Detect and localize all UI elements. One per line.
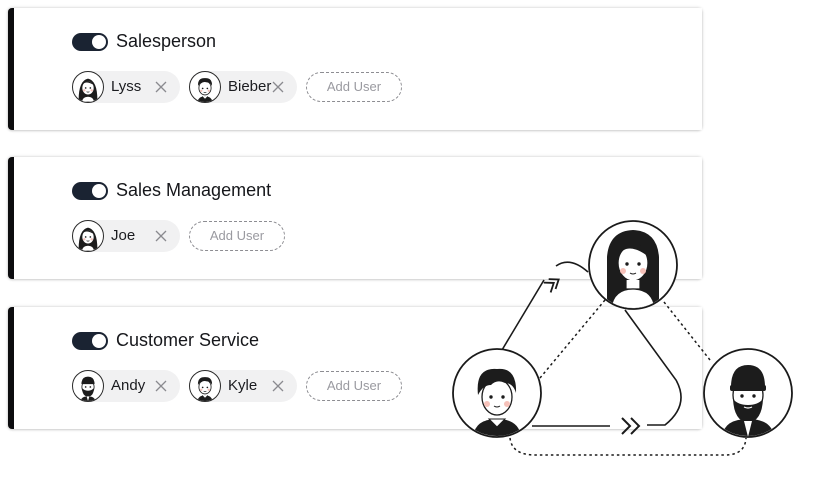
team-network-illustration (452, 220, 793, 456)
toggle-knob (92, 184, 106, 198)
user-chip[interactable]: Andy (72, 370, 180, 402)
double-chevron-up-right-icon (543, 278, 560, 293)
role-toggle[interactable] (72, 182, 108, 200)
double-chevron-right-icon (621, 417, 641, 435)
remove-user-icon[interactable] (271, 80, 285, 94)
woman-avatar-icon (72, 71, 104, 103)
add-user-button[interactable]: Add User (189, 221, 285, 251)
toggle-knob (92, 35, 106, 49)
user-chip[interactable]: Kyle (189, 370, 297, 402)
user-name: Lyss (111, 78, 142, 95)
user-chip-list: Andy Kyle Add User (72, 370, 402, 402)
role-toggle[interactable] (72, 33, 108, 51)
man-avatar-icon (189, 370, 221, 402)
woman-avatar-icon (72, 220, 104, 252)
user-name: Joe (111, 227, 136, 244)
add-user-button[interactable]: Add User (306, 72, 402, 102)
user-chip[interactable]: Joe (72, 220, 180, 252)
user-name: Andy (111, 377, 146, 394)
user-chip-list: Joe Add User (72, 220, 285, 252)
role-toggle[interactable] (72, 332, 108, 350)
remove-user-icon[interactable] (154, 80, 168, 94)
user-chip[interactable]: Lyss (72, 71, 180, 103)
toggle-knob (92, 334, 106, 348)
role-title: Customer Service (116, 330, 260, 350)
role-title: Sales Management (116, 180, 272, 200)
role-card-salesperson: Salesperson Lyss Bieber Add User (8, 8, 702, 130)
remove-user-icon[interactable] (271, 379, 285, 393)
role-title: Salesperson (116, 31, 217, 51)
man-avatar-icon (189, 71, 221, 103)
man-avatar-icon (452, 348, 542, 438)
add-user-button[interactable]: Add User (306, 371, 402, 401)
user-name: Kyle (228, 377, 258, 394)
user-chip[interactable]: Bieber (189, 71, 297, 103)
woman-avatar-icon (588, 220, 678, 310)
bearded-man-avatar-icon (72, 370, 104, 402)
user-chip-list: Lyss Bieber Add User (72, 71, 402, 103)
bearded-man-avatar-icon (703, 348, 793, 438)
remove-user-icon[interactable] (154, 379, 168, 393)
remove-user-icon[interactable] (154, 229, 168, 243)
user-name: Bieber (228, 78, 272, 95)
